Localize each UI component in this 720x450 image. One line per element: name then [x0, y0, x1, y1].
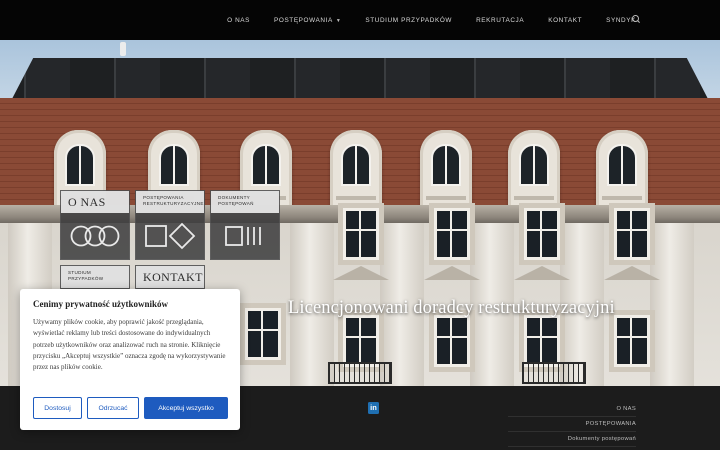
tile-label: KONTAKT — [136, 266, 204, 288]
nav-item-postepowania[interactable]: POSTĘPOWANIA ▼ — [262, 17, 353, 24]
tile-postepowania-restrukturyzacyjne[interactable]: POSTĘPOWANIA RESTRUKTURYZACYJNE — [135, 190, 205, 260]
facade-window — [614, 208, 650, 260]
dormer-window — [596, 130, 648, 208]
balcony-railing — [522, 362, 586, 384]
nav-item-label: POSTĘPOWANIA — [274, 16, 333, 24]
pilaster — [650, 223, 694, 386]
tile-label: POSTĘPOWANIA RESTRUKTURYZACYJNE — [136, 191, 204, 213]
dormer-window — [330, 130, 382, 208]
facade-window — [614, 315, 650, 367]
bars-icon — [211, 217, 279, 255]
facade-window — [524, 315, 560, 367]
facade-window — [434, 315, 470, 367]
main-menu: O NAS POSTĘPOWANIA ▼ STUDIUM PRZYPADKÓW R… — [215, 0, 648, 40]
search-icon[interactable] — [632, 15, 642, 25]
roof-solar-panels — [10, 58, 710, 102]
square-diamond-icon — [136, 217, 204, 255]
hero-title: Licencjonowani doradcy restrukturyzacyjn… — [288, 298, 615, 318]
footer-link-dokumenty-postepowan[interactable]: Dokumenty postępowań — [508, 432, 636, 447]
facade-window — [245, 308, 281, 360]
footer-menu: O NAS POSTĘPOWANIA Dokumenty postępowań — [508, 402, 636, 447]
footer-link-o-nas[interactable]: O NAS — [508, 402, 636, 417]
balcony-railing — [328, 362, 392, 384]
nav-item-o-nas[interactable]: O NAS — [215, 17, 262, 24]
chevron-down-icon: ▼ — [335, 17, 342, 24]
accept-all-button[interactable]: Akceptuj wszystko — [144, 397, 228, 419]
linkedin-icon[interactable]: in — [368, 402, 379, 414]
three-rings-icon — [61, 217, 129, 255]
cookie-actions: Dostosuj Odrzucać Akceptuj wszystko — [33, 397, 228, 419]
facade-window — [343, 315, 379, 367]
nav-item-kontakt[interactable]: KONTAKT — [536, 17, 594, 24]
chimney — [120, 42, 126, 56]
customize-button[interactable]: Dostosuj — [33, 397, 82, 419]
nav-item-rekrutacja[interactable]: REKRUTACJA — [464, 17, 536, 24]
dormer-window — [420, 130, 472, 208]
nav-item-studium-przypadkow[interactable]: STUDIUM PRZYPADKÓW — [353, 17, 464, 24]
tile-label: O NAS — [61, 191, 129, 213]
facade-window — [524, 208, 560, 260]
cookie-consent-dialog: Cenimy prywatność użytkowników Używamy p… — [20, 289, 240, 430]
reject-button[interactable]: Odrzucać — [87, 397, 139, 419]
cookie-description: Używamy plików cookie, aby poprawić jako… — [33, 318, 226, 372]
top-navigation-bar: O NAS POSTĘPOWANIA ▼ STUDIUM PRZYPADKÓW R… — [0, 0, 720, 40]
footer-link-postepowania[interactable]: POSTĘPOWANIA — [508, 417, 636, 432]
cookie-title: Cenimy prywatność użytkowników — [33, 299, 169, 309]
facade-window — [434, 208, 470, 260]
dormer-window — [508, 130, 560, 208]
facade-window — [343, 208, 379, 260]
tile-o-nas[interactable]: O NAS — [60, 190, 130, 260]
tile-label: DOKUMENTY POSTĘPOWAŃ — [211, 191, 279, 213]
tile-label: STUDIUM PRZYPADKÓW — [61, 266, 129, 288]
tile-dokumenty-postepowan[interactable]: DOKUMENTY POSTĘPOWAŃ — [210, 190, 280, 260]
